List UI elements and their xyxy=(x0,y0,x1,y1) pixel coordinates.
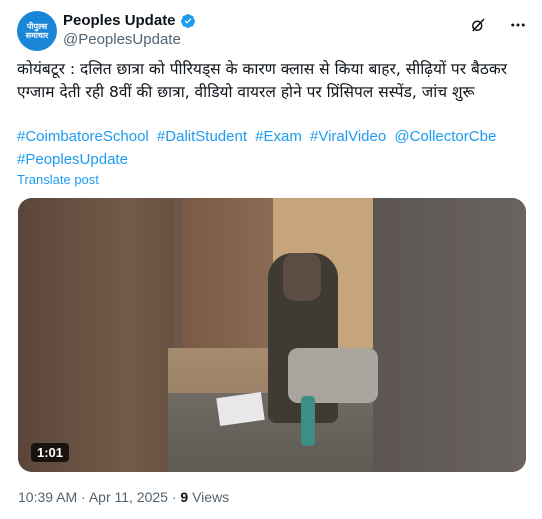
post-meta: 10:39 AM · Apr 11, 2025 · 9 Views xyxy=(18,489,229,505)
video-frame-region xyxy=(373,198,526,472)
verified-badge-icon xyxy=(180,13,195,28)
post-card: पीपुल्स समाचार Peoples Update @PeoplesUp… xyxy=(0,0,542,519)
more-icon[interactable] xyxy=(508,15,528,35)
translate-link[interactable]: Translate post xyxy=(17,172,99,187)
avatar[interactable]: पीपुल्स समाचार xyxy=(17,11,57,51)
hashtag-link[interactable]: #DalitStudent xyxy=(157,128,247,145)
hashtag-list: #CoimbatoreSchool #DalitStudent #Exam #V… xyxy=(17,125,527,171)
video-frame-region xyxy=(301,396,315,446)
timestamp[interactable]: 10:39 AM · Apr 11, 2025 · xyxy=(18,489,180,505)
handle[interactable]: @PeoplesUpdate xyxy=(63,31,181,48)
video-player[interactable] xyxy=(18,198,526,472)
grok-icon[interactable] xyxy=(468,15,488,35)
author-name-row: Peoples Update xyxy=(63,12,196,29)
display-name[interactable]: Peoples Update xyxy=(63,12,176,29)
hashtag-link[interactable]: #PeoplesUpdate xyxy=(17,151,128,168)
video-duration-badge: 1:01 xyxy=(31,443,70,462)
hashtag-link[interactable]: #ViralVideo xyxy=(310,128,386,145)
hashtag-link[interactable]: #CoimbatoreSchool xyxy=(17,128,149,145)
blurred-face xyxy=(283,253,321,301)
video-frame-region xyxy=(18,198,173,472)
hashtag-link[interactable]: #Exam xyxy=(255,128,302,145)
mention-link[interactable]: @CollectorCbe xyxy=(394,128,496,145)
views-label: Views xyxy=(188,489,230,505)
top-actions xyxy=(468,15,528,35)
tweet-text: कोयंबटूर : दलित छात्रा को पीरियड्स के का… xyxy=(17,60,508,101)
video-frame-region xyxy=(288,348,378,403)
